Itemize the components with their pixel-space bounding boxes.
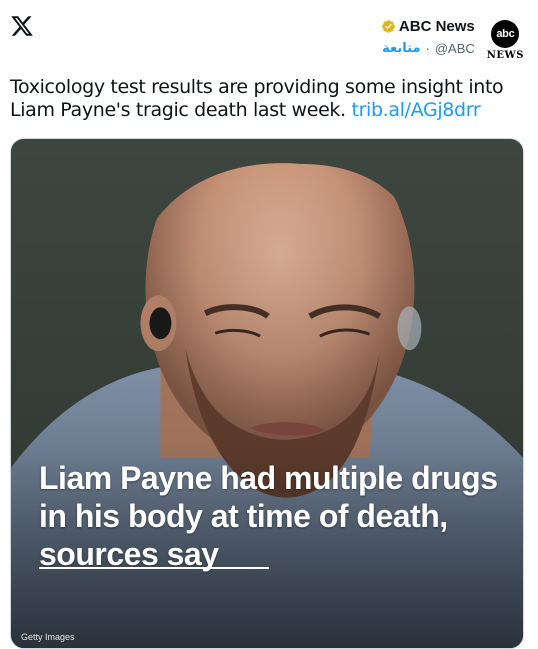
headline-underline: [39, 567, 269, 569]
tweet-text: Toxicology test results are providing so…: [10, 76, 525, 122]
media-headline: Liam Payne had multiple drugs in his bod…: [39, 460, 498, 572]
handle-row: متابعة · @ABC: [382, 41, 475, 56]
tweet-author: ABC News متابعة · @ABC abc NEWS: [381, 18, 524, 61]
avatar[interactable]: abc NEWS: [487, 20, 524, 61]
handle-separator: ·: [425, 41, 430, 56]
tweet-link[interactable]: trib.al/AGj8drr: [351, 99, 480, 121]
follow-button[interactable]: متابعة: [382, 41, 420, 56]
author-name[interactable]: ABC News: [399, 18, 475, 35]
media-card[interactable]: Liam Payne had multiple drugs in his bod…: [10, 138, 524, 649]
author-info: ABC News متابعة · @ABC: [381, 18, 475, 56]
author-handle[interactable]: @ABC: [435, 41, 475, 56]
verified-badge-icon: [381, 19, 396, 34]
author-name-row: ABC News: [381, 18, 475, 35]
photo-credit: Getty Images: [21, 632, 75, 642]
abc-logo-circle: abc: [491, 20, 520, 48]
abc-logo-subtext: NEWS: [486, 50, 524, 61]
x-logo-icon[interactable]: [10, 14, 34, 38]
